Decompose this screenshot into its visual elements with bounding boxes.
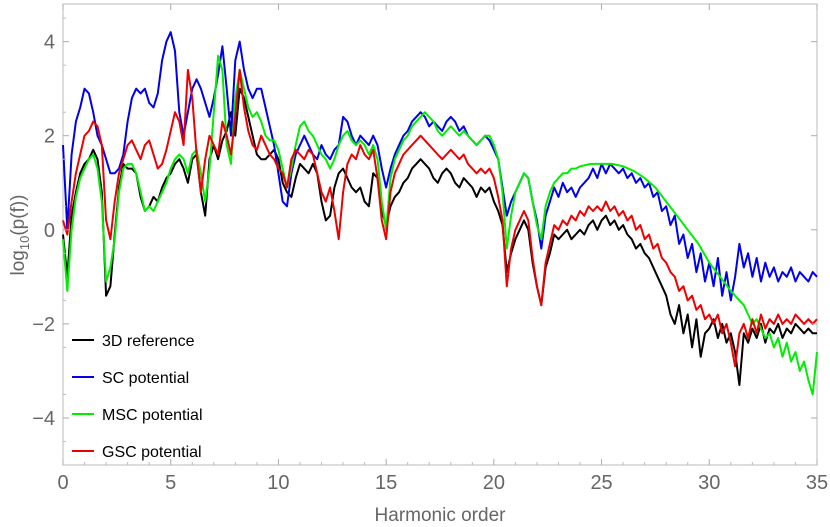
x-tick-label: 0 xyxy=(57,472,68,494)
legend-label: GSC potential xyxy=(102,444,202,461)
series-line-2 xyxy=(62,31,818,302)
x-tick-label: 35 xyxy=(806,472,828,494)
series-line-4 xyxy=(62,68,818,368)
y-tick-label: 2 xyxy=(44,126,55,148)
y-axis-title-tail: (p(f)) xyxy=(8,195,29,236)
legend-item: GSC potential xyxy=(72,444,202,461)
legend-item: MSC potential xyxy=(72,407,203,424)
x-tick-label: 25 xyxy=(590,472,612,494)
x-tick-label: 20 xyxy=(483,472,505,494)
legend-item: SC potential xyxy=(72,370,189,387)
x-tick-label: 5 xyxy=(165,472,176,494)
legend-label: MSC potential xyxy=(102,407,203,424)
legend-item: 3D reference xyxy=(72,333,195,350)
y-tick-label: −2 xyxy=(32,314,55,336)
y-tick-label: −4 xyxy=(32,408,55,430)
y-axis-title-base: log xyxy=(8,250,29,275)
x-axis-title: Harmonic order xyxy=(375,505,507,526)
x-tick-label: 15 xyxy=(375,472,397,494)
y-axis-title-subscript: 10 xyxy=(17,236,32,250)
legend-label: 3D reference xyxy=(102,333,195,350)
x-tick-label: 30 xyxy=(698,472,720,494)
harmonic-spectrum-chart: 0 5 10 15 20 25 30 35 −4 −2 0 2 4 Harmonic order lo… xyxy=(8,3,828,526)
y-tick-label: 4 xyxy=(44,32,55,54)
legend: 3D reference SC potential MSC potential GSC… xyxy=(72,333,203,461)
y-axis-title: log10(p(f)) xyxy=(8,195,32,276)
y-tick-label: 0 xyxy=(44,220,55,242)
x-tick-label: 10 xyxy=(267,472,289,494)
legend-label: SC potential xyxy=(102,370,189,387)
